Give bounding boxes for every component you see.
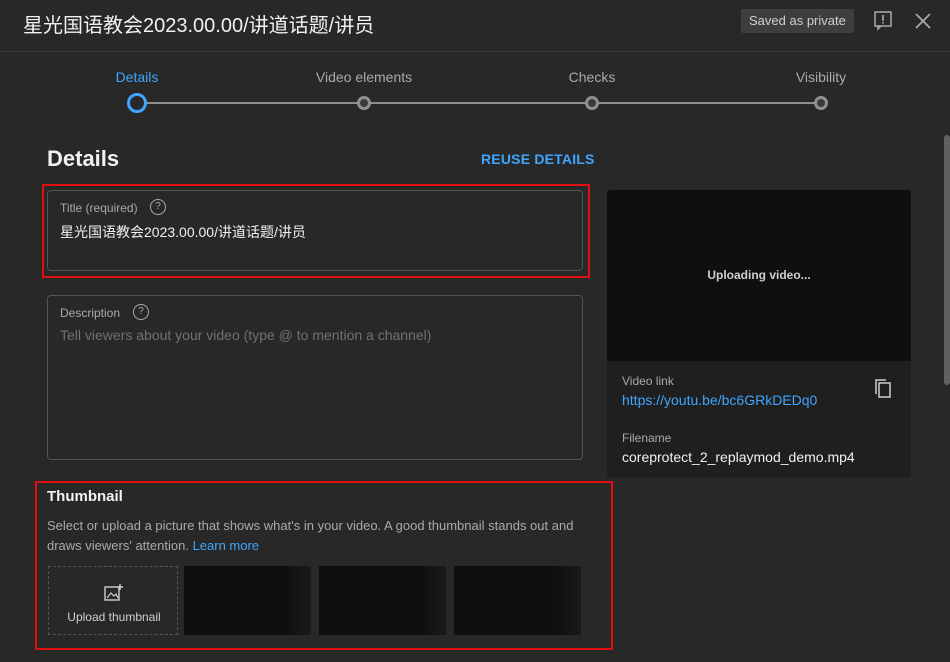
learn-more-link[interactable]: Learn more	[193, 538, 259, 553]
close-icon[interactable]	[912, 10, 936, 34]
step-dot-details[interactable]	[127, 93, 147, 113]
step-details[interactable]: Details	[116, 69, 159, 85]
feedback-icon[interactable]	[872, 9, 896, 33]
step-visibility[interactable]: Visibility	[796, 69, 846, 85]
upload-thumbnail-button[interactable]: Upload thumbnail	[48, 566, 178, 635]
step-checks[interactable]: Checks	[569, 69, 616, 85]
video-preview: Uploading video...	[607, 190, 911, 361]
filename-label: Filename	[622, 431, 672, 445]
filename-value: coreprotect_2_replaymod_demo.mp4	[622, 449, 855, 465]
auto-thumbnail-3[interactable]	[454, 566, 581, 635]
video-preview-card: Uploading video... Video link https://yo…	[607, 190, 911, 478]
description-field-label: Description	[60, 306, 121, 320]
details-heading: Details	[47, 146, 120, 171]
scrollbar[interactable]	[944, 135, 950, 385]
title-field[interactable]: Title (required) ? 星光国语教会2023.00.00/讲道话题…	[47, 190, 583, 271]
upload-thumbnail-label: Upload thumbnail	[67, 610, 161, 624]
auto-thumbnail-2[interactable]	[319, 566, 446, 635]
reuse-details-button[interactable]: REUSE DETAILS	[481, 151, 595, 167]
saved-status-badge: Saved as private	[741, 9, 854, 33]
description-field[interactable]: Description ? Tell viewers about your vi…	[47, 295, 583, 460]
thumbnail-description-text: Select or upload a picture that shows wh…	[47, 518, 574, 553]
upload-stepper: Details Video elements Checks Visibility	[0, 53, 950, 123]
dialog-header: 星光国语教会2023.00.00/讲道话题/讲员 Saved as privat…	[0, 0, 950, 52]
title-field-label: Title (required)	[60, 201, 138, 215]
video-link[interactable]: https://youtu.be/bc6GRkDEDq0	[622, 392, 817, 408]
step-dot-video-elements[interactable]	[357, 96, 371, 110]
thumbnail-description: Select or upload a picture that shows wh…	[47, 516, 587, 556]
title-input[interactable]: 星光国语教会2023.00.00/讲道话题/讲员	[60, 222, 306, 242]
step-dot-checks[interactable]	[585, 96, 599, 110]
step-video-elements[interactable]: Video elements	[316, 69, 412, 85]
auto-thumbnail-1[interactable]	[184, 566, 311, 635]
copy-icon[interactable]	[873, 378, 893, 405]
dialog-title: 星光国语教会2023.00.00/讲道话题/讲员	[23, 15, 375, 37]
uploading-status: Uploading video...	[707, 268, 811, 282]
add-photo-icon	[103, 583, 125, 608]
help-icon[interactable]: ?	[133, 304, 149, 320]
step-dot-visibility[interactable]	[814, 96, 828, 110]
help-icon[interactable]: ?	[150, 199, 166, 215]
video-link-label: Video link	[622, 374, 674, 388]
thumbnail-heading: Thumbnail	[47, 488, 123, 505]
description-input[interactable]: Tell viewers about your video (type @ to…	[60, 327, 431, 343]
stepper-track	[137, 102, 821, 104]
